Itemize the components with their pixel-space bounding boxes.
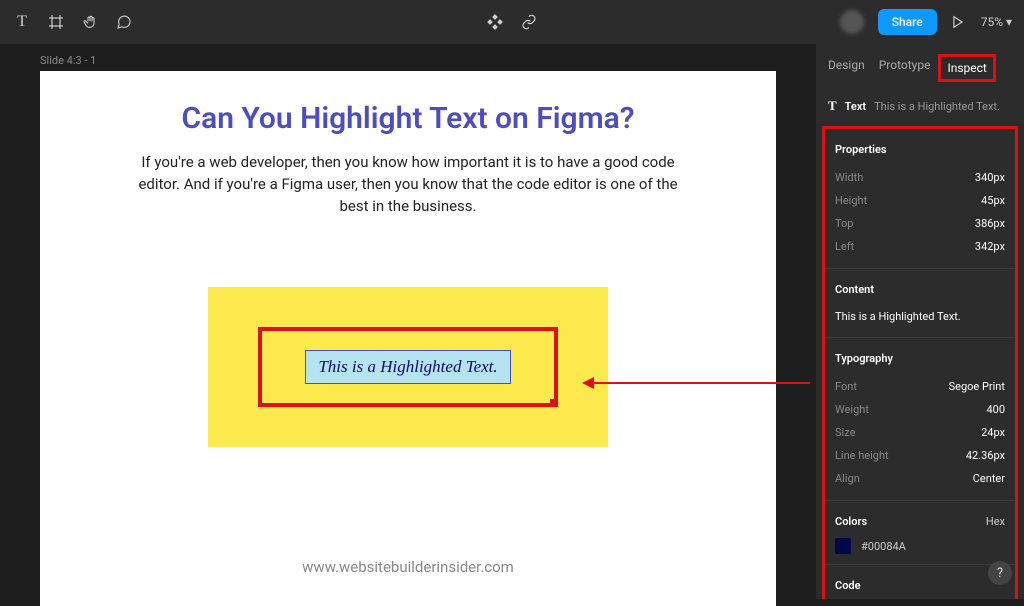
code-section: Code	[825, 565, 1015, 599]
typo-lineheight: Line height42.36px	[835, 444, 1005, 467]
content-section: Content This is a Highlighted Text.	[825, 269, 1015, 338]
colors-section: Colors Hex #00084A	[825, 501, 1015, 565]
properties-section: Properties Width340px Height45px Top386p…	[825, 129, 1015, 269]
inspect-panel: Design Prototype Inspect T Text This is …	[816, 44, 1024, 599]
prop-top: Top386px	[835, 212, 1005, 235]
content-value: This is a Highlighted Text.	[835, 306, 1005, 327]
typography-title: Typography	[835, 352, 1005, 365]
hand-tool-icon[interactable]	[80, 12, 100, 32]
typo-weight: Weight400	[835, 398, 1005, 421]
top-toolbar: T Share 75% ▾	[0, 0, 1024, 44]
annotation-box: This is a Highlighted Text.	[258, 327, 558, 407]
properties-title: Properties	[835, 143, 1005, 156]
slide-description: If you're a web developer, then you know…	[138, 152, 678, 217]
color-value: #00084A	[861, 540, 906, 553]
prop-left: Left342px	[835, 235, 1005, 258]
main-area: Slide 4:3 - 1 Can You Highlight Text on …	[0, 44, 1024, 599]
tab-inspect[interactable]: Inspect	[938, 54, 995, 82]
prop-width: Width340px	[835, 166, 1005, 189]
slide-footer-url: www.websitebuilderinsider.com	[40, 558, 776, 576]
zoom-level[interactable]: 75% ▾	[981, 15, 1012, 29]
comment-tool-icon[interactable]	[114, 12, 134, 32]
text-tool-icon[interactable]: T	[12, 12, 32, 32]
tab-design[interactable]: Design	[828, 58, 865, 78]
prop-height: Height45px	[835, 189, 1005, 212]
panel-tabs: Design Prototype Inspect	[816, 44, 1024, 90]
chevron-down-icon: ▾	[1006, 15, 1012, 29]
share-button[interactable]: Share	[878, 9, 937, 35]
typography-section: Typography FontSegoe Print Weight400 Siz…	[825, 338, 1015, 501]
content-title: Content	[835, 283, 1005, 296]
center-tools	[485, 12, 539, 32]
topbar-right-group: Share 75% ▾	[840, 9, 1012, 35]
frame-tool-icon[interactable]	[46, 12, 66, 32]
typo-font: FontSegoe Print	[835, 375, 1005, 398]
color-swatch	[835, 538, 851, 554]
slide-title: Can You Highlight Text on Figma?	[40, 101, 776, 136]
present-icon[interactable]	[951, 14, 967, 30]
link-tool-icon[interactable]	[519, 12, 539, 32]
code-title: Code	[835, 579, 1005, 592]
layer-type: Text	[845, 100, 866, 113]
slide-label: Slide 4:3 - 1	[40, 54, 776, 67]
highlight-rectangle[interactable]: This is a Highlighted Text.	[208, 287, 608, 447]
color-format[interactable]: Hex	[986, 515, 1005, 528]
layer-name: This is a Highlighted Text.	[874, 100, 1000, 113]
tools-group: T	[12, 12, 134, 32]
tab-prototype[interactable]: Prototype	[879, 58, 931, 78]
canvas[interactable]: Slide 4:3 - 1 Can You Highlight Text on …	[0, 44, 816, 599]
annotation-arrow	[590, 382, 810, 384]
text-layer-icon: T	[828, 98, 837, 114]
typo-align: AlignCenter	[835, 467, 1005, 490]
selected-layer-row: T Text This is a Highlighted Text.	[816, 90, 1024, 124]
highlighted-text-node[interactable]: This is a Highlighted Text.	[305, 350, 510, 384]
avatar[interactable]	[840, 10, 864, 34]
panel-annotation-outline: Properties Width340px Height45px Top386p…	[822, 126, 1018, 599]
help-button[interactable]: ?	[988, 561, 1012, 585]
component-tool-icon[interactable]	[485, 12, 505, 32]
colors-title: Colors	[835, 515, 867, 528]
typo-size: Size24px	[835, 421, 1005, 444]
color-row[interactable]: #00084A	[835, 538, 1005, 554]
slide-frame[interactable]: Can You Highlight Text on Figma? If you'…	[40, 71, 776, 606]
